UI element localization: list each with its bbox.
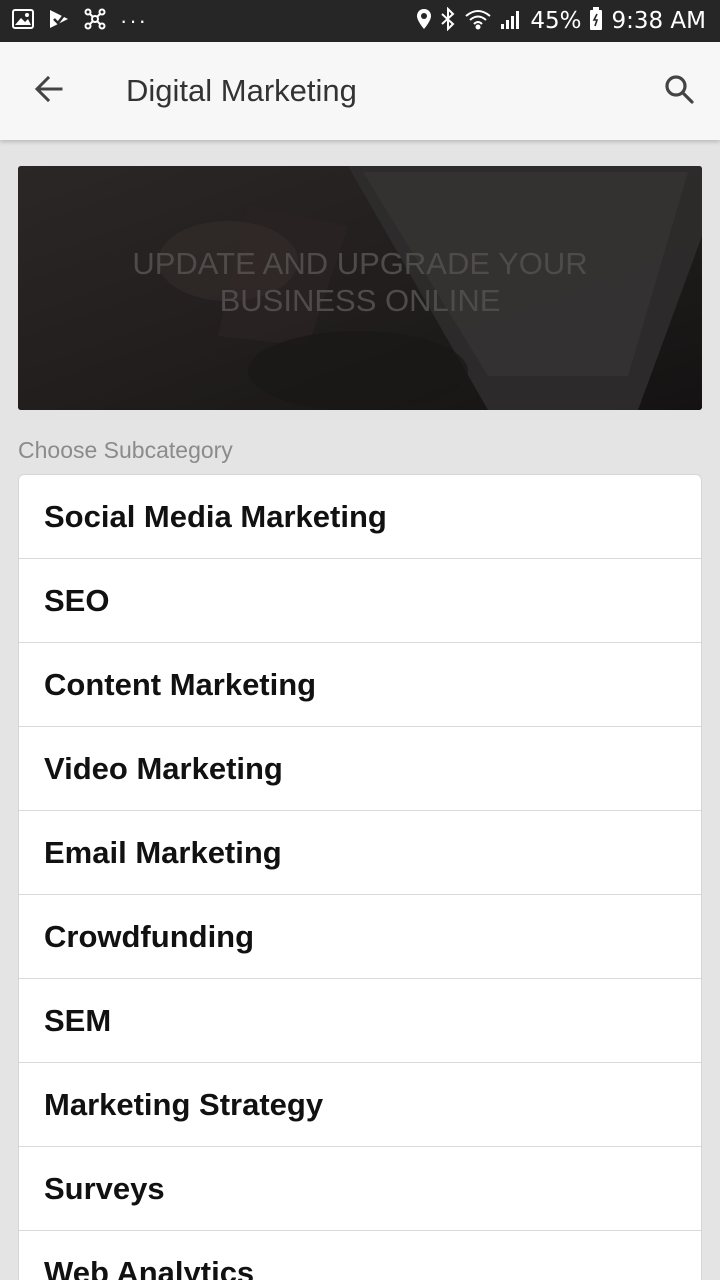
network-icon <box>84 8 106 35</box>
page-title: Digital Marketing <box>126 73 357 108</box>
search-button[interactable] <box>638 42 720 140</box>
status-bar: ··· 45% 9:38 AM <box>0 0 720 42</box>
location-icon <box>416 8 432 35</box>
check-icon <box>48 8 70 35</box>
subcategory-item-email-marketing[interactable]: Email Marketing <box>19 811 701 895</box>
subcategory-item-social-media-marketing[interactable]: Social Media Marketing <box>19 475 701 559</box>
subcategory-item-crowdfunding[interactable]: Crowdfunding <box>19 895 701 979</box>
subcategory-item-sem[interactable]: SEM <box>19 979 701 1063</box>
wifi-icon <box>464 8 492 35</box>
subcategory-item-content-marketing[interactable]: Content Marketing <box>19 643 701 727</box>
subcategory-item-web-analytics[interactable]: Web Analytics <box>19 1231 701 1280</box>
promo-banner[interactable]: UPDATE AND UPGRADE YOUR BUSINESS ONLINE <box>18 166 702 410</box>
app-bar: Digital Marketing <box>0 42 720 140</box>
status-bar-right: 45% 9:38 AM <box>408 6 706 36</box>
section-label: Choose Subcategory <box>18 437 233 463</box>
subcategory-item-marketing-strategy[interactable]: Marketing Strategy <box>19 1063 701 1147</box>
arrow-back-icon <box>33 73 65 110</box>
subcategory-list: Social Media Marketing SEO Content Marke… <box>18 474 702 1280</box>
battery-percent: 45% <box>530 8 582 34</box>
gallery-icon <box>12 8 34 34</box>
banner-text: UPDATE AND UPGRADE YOUR BUSINESS ONLINE <box>132 246 588 318</box>
search-icon <box>663 73 695 110</box>
back-button[interactable] <box>0 42 98 140</box>
subcategory-item-video-marketing[interactable]: Video Marketing <box>19 727 701 811</box>
status-time: 9:38 AM <box>611 8 706 34</box>
signal-icon <box>500 8 522 35</box>
subcategory-item-surveys[interactable]: Surveys <box>19 1147 701 1231</box>
battery-icon <box>589 6 603 36</box>
more-dots-icon: ··· <box>120 8 148 33</box>
subcategory-item-seo[interactable]: SEO <box>19 559 701 643</box>
status-bar-left: ··· <box>12 8 162 35</box>
bluetooth-icon <box>440 6 456 36</box>
